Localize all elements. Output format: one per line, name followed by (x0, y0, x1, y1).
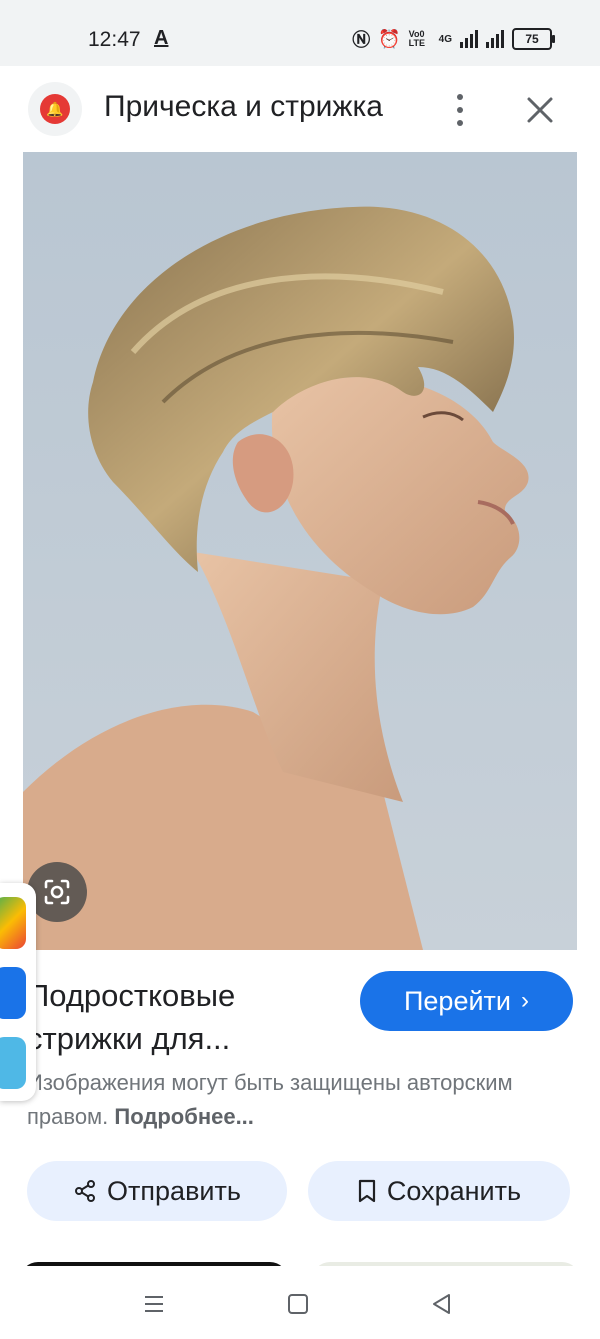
share-button-label: Отправить (107, 1175, 241, 1206)
status-time: 12:47 (88, 28, 141, 51)
result-image[interactable] (23, 152, 577, 950)
battery-icon: 75 (512, 28, 555, 50)
side-app-panel (0, 883, 36, 1101)
chevron-right-icon: › (521, 987, 529, 1014)
save-button[interactable]: Сохранить (308, 1161, 570, 1221)
result-title-line1: Подростковые (27, 978, 236, 1013)
share-icon (75, 1180, 96, 1202)
site-favicon[interactable]: 🔔 (28, 82, 82, 136)
home-icon[interactable] (284, 1290, 312, 1318)
notification-icon: A (154, 27, 169, 49)
signal-2-icon (486, 30, 504, 48)
learn-more-link[interactable]: Подробнее... (114, 1104, 254, 1129)
volte-label: Vo0 LTE (408, 29, 425, 48)
copyright-text: Изображения могут быть защищены авторски… (27, 1070, 513, 1129)
copyright-notice: Изображения могут быть защищены авторски… (27, 1066, 557, 1134)
result-title[interactable]: Подростковые стрижки для... (27, 974, 347, 1060)
result-title-line2: стрижки для... (27, 1021, 231, 1056)
bookmark-icon (358, 1179, 376, 1203)
lens-icon (44, 879, 70, 905)
status-icons: Ⓝ ⏰ Vo0 LTE 4G 75 (352, 26, 555, 52)
visit-button[interactable]: Перейти › (360, 971, 573, 1031)
alarm-icon: ⏰ (378, 28, 401, 49)
share-button[interactable]: Отправить (27, 1161, 287, 1221)
save-button-label: Сохранить (386, 1175, 522, 1206)
lens-search-button[interactable] (27, 862, 87, 922)
recent-apps-icon[interactable] (140, 1290, 168, 1318)
bell-icon: 🔔 (40, 94, 70, 124)
page-title: Прическа и стрижка (104, 90, 383, 123)
back-icon[interactable] (428, 1290, 456, 1318)
portrait-photo (23, 152, 577, 950)
signal-icon (460, 30, 478, 48)
system-nav-bar (0, 1266, 600, 1339)
side-app-translate[interactable] (0, 1037, 26, 1089)
nfc-icon: Ⓝ (352, 30, 371, 50)
network-label: 4G (438, 33, 452, 45)
viewer-header: 🔔 Прическа и стрижка (0, 66, 600, 152)
visit-button-label: Перейти (404, 985, 511, 1016)
status-bar: 12:47 A Ⓝ ⏰ Vo0 LTE 4G 75 (0, 0, 600, 66)
side-app-maps[interactable] (0, 897, 26, 949)
close-icon[interactable] (526, 96, 554, 124)
more-options-icon[interactable] (449, 94, 471, 126)
side-app-lens[interactable] (0, 967, 26, 1019)
